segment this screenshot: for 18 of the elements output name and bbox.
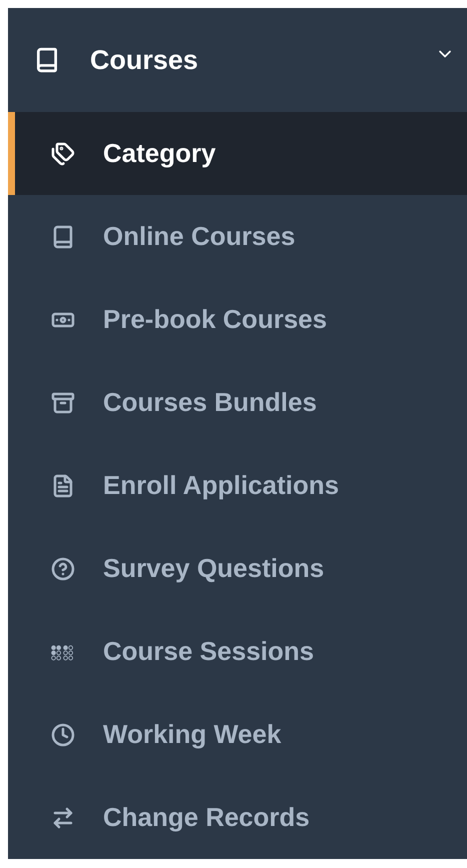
question-circle-icon (51, 556, 75, 580)
menu-item[interactable]: Online Courses (8, 195, 467, 278)
menu-item[interactable]: Enroll Applications (8, 444, 467, 527)
menu-item[interactable]: Change Records (8, 776, 467, 859)
menu-group-header[interactable]: Courses (8, 8, 467, 112)
archive-box-icon (51, 390, 75, 414)
tags-icon (51, 142, 75, 166)
document-icon (51, 474, 75, 498)
clock-icon (51, 722, 75, 746)
menu-item[interactable]: Pre-book Courses (8, 278, 467, 361)
swap-arrows-icon (51, 806, 75, 830)
menu-item[interactable]: Category (8, 112, 467, 195)
book-icon (51, 224, 75, 248)
menu-item[interactable]: Courses Bundles (8, 361, 467, 444)
menu-item[interactable]: Survey Questions (8, 527, 467, 610)
book-icon (34, 47, 60, 73)
menu-item[interactable]: Working Week (8, 693, 467, 776)
menu-item[interactable]: Course Sessions (8, 610, 467, 693)
